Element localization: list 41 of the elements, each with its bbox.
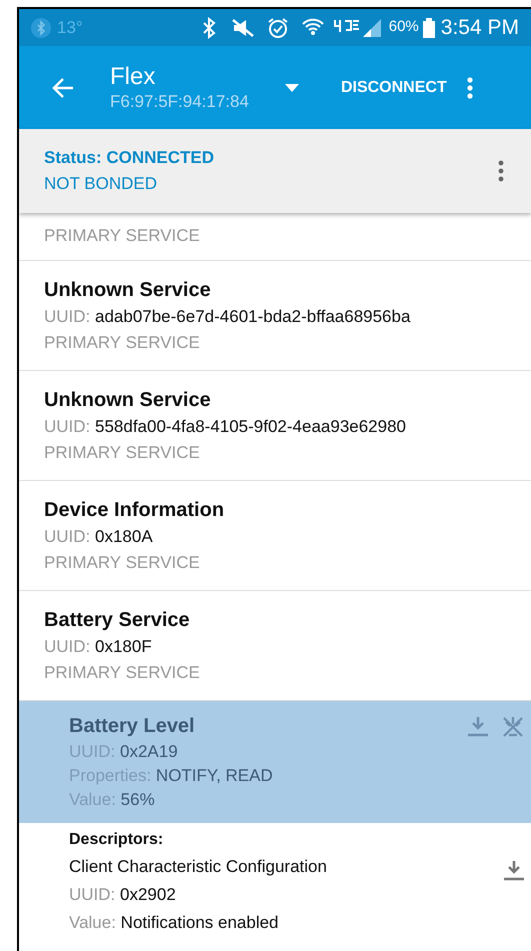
- service-type: PRIMARY SERVICE: [44, 552, 201, 574]
- battery-icon: [422, 18, 435, 38]
- alarm-icon: [266, 16, 289, 38]
- service-row[interactable]: Device Information UUID: 0x180A PRIMARY SERVICE: [19, 481, 531, 591]
- service-type: PRIMARY SERVICE: [44, 332, 201, 354]
- service-name: Unknown Service: [44, 278, 212, 302]
- service-type: PRIMARY SERVICE: [44, 442, 201, 464]
- field-text: UUID: 0x180F: [44, 636, 153, 658]
- more-options-icon[interactable]: [498, 160, 504, 182]
- device-title: Flex: [110, 62, 156, 90]
- signal-icon: [360, 16, 383, 38]
- service-name: Battery Service: [44, 608, 191, 632]
- service-name: Device Information: [44, 498, 226, 522]
- field-text: UUID: 0x2902: [69, 884, 177, 906]
- service-type: PRIMARY SERVICE: [44, 662, 201, 684]
- service-type: PRIMARY SERVICE: [44, 225, 201, 247]
- device-address: F6:97:5F:94:17:84: [110, 90, 249, 112]
- connection-status: Status: CONNECTED: [44, 147, 216, 169]
- descriptors-heading: Descriptors:: [69, 830, 164, 850]
- service-row[interactable]: Unknown Service UUID: 558dfa00-4fa8-4105-9f02-4eaa93e62980 PRIMARY SERVICE: [19, 371, 531, 481]
- field-text: UUID: adab07be-6e7d-4601-bda2-bffaa68956ba: [44, 306, 412, 328]
- descriptor-name: Client Characteristic Configuration: [69, 856, 327, 878]
- bluetooth-badge-icon: [31, 18, 51, 38]
- characteristic-name: Battery Level: [69, 714, 195, 739]
- mute-icon: [230, 18, 255, 38]
- dropdown-icon[interactable]: [284, 84, 299, 92]
- clock-text: 3:54 PM: [440, 14, 519, 41]
- download-icon[interactable]: [467, 715, 489, 737]
- download-icon[interactable]: [503, 859, 525, 881]
- field-text: UUID: 0x180A: [44, 526, 154, 548]
- back-arrow-icon[interactable]: [51, 76, 75, 98]
- field-text: UUID: 558dfa00-4fa8-4105-9f02-4eaa93e62980: [44, 416, 408, 438]
- battery-percent-text: 60%: [388, 17, 419, 38]
- bluetooth-icon: [200, 16, 217, 38]
- temperature-text: 13°: [57, 16, 83, 39]
- service-name: Unknown Service: [44, 388, 212, 412]
- notify-off-icon[interactable]: [501, 715, 525, 739]
- field-text: Value: Notifications enabled: [69, 912, 280, 934]
- bond-status: NOT BONDED: [44, 173, 158, 195]
- service-row[interactable]: Unknown Service UUID: adab07be-6e7d-4601-bda2-bffaa68956ba PRIMARY SERVICE: [19, 261, 531, 371]
- more-options-icon[interactable]: [466, 76, 473, 98]
